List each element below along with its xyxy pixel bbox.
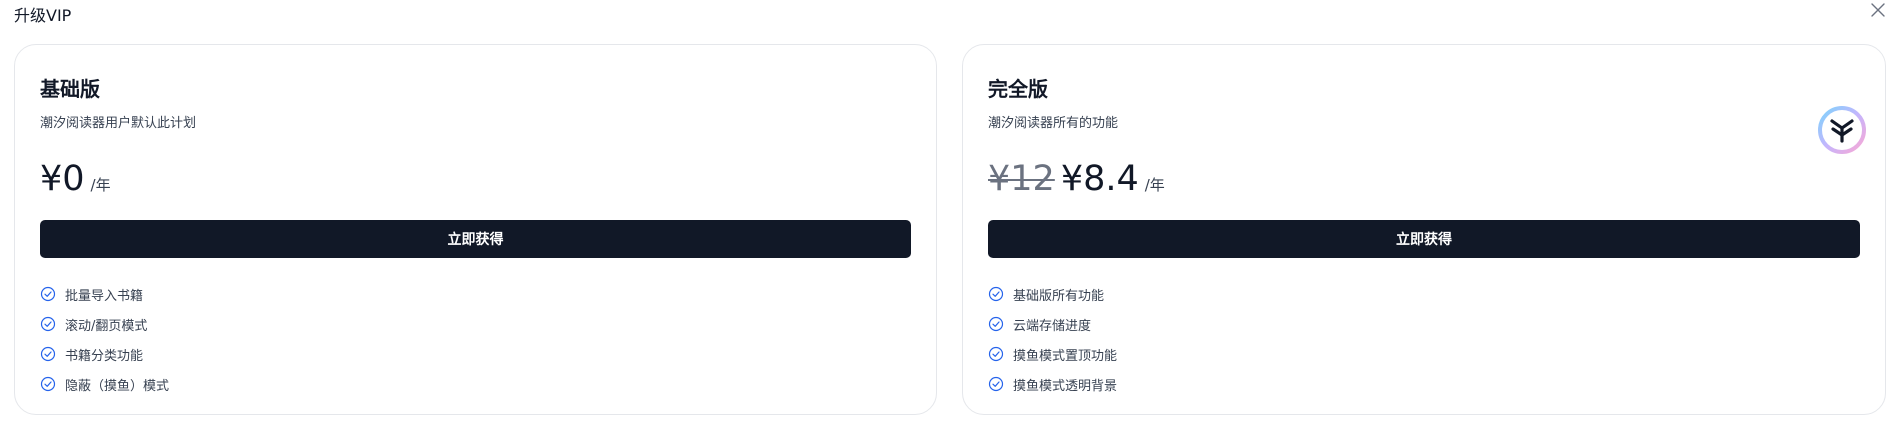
app-logo-icon [1817, 105, 1867, 155]
feature-label: 摸鱼模式透明背景 [1013, 378, 1118, 394]
plan-description: 潮汐阅读器所有的功能 [988, 116, 1119, 131]
feature-item: 滚动/翻页模式 [40, 309, 169, 339]
feature-item: 批量导入书籍 [40, 279, 169, 309]
get-full-button[interactable]: 立即获得 [988, 220, 1860, 258]
dialog-header: 升级VIP [0, 0, 1900, 28]
feature-item: 摸鱼模式置顶功能 [988, 339, 1117, 369]
feature-label: 书籍分类功能 [65, 348, 144, 364]
plan-price: ¥8.4 [1060, 159, 1139, 199]
feature-label: 隐蔽（摸鱼）模式 [65, 378, 170, 394]
plan-card-basic: 基础版 潮汐阅读器用户默认此计划 ¥0 /年 立即获得 批量导入书籍 滚动/翻页… [14, 44, 937, 415]
price-row: ¥0 /年 [40, 159, 111, 199]
plan-name: 完全版 [988, 77, 1048, 101]
feature-list: 批量导入书籍 滚动/翻页模式 书籍分类功能 隐蔽（摸鱼）模式 [40, 279, 169, 399]
check-circle-icon [40, 316, 56, 332]
check-circle-icon [40, 286, 56, 302]
price-period: /年 [1144, 176, 1165, 194]
feature-item: 摸鱼模式透明背景 [988, 369, 1117, 399]
check-circle-icon [40, 346, 56, 362]
feature-label: 云端存储进度 [1013, 318, 1092, 334]
get-basic-button[interactable]: 立即获得 [40, 220, 911, 258]
price-period: /年 [90, 176, 111, 194]
check-circle-icon [988, 316, 1004, 332]
feature-label: 摸鱼模式置顶功能 [1013, 348, 1118, 364]
feature-item: 隐蔽（摸鱼）模式 [40, 369, 169, 399]
plan-description: 潮汐阅读器用户默认此计划 [40, 116, 197, 131]
feature-item: 云端存储进度 [988, 309, 1117, 339]
original-price: ¥12 [988, 159, 1055, 199]
plan-price: ¥0 [40, 159, 85, 199]
feature-list: 基础版所有功能 云端存储进度 摸鱼模式置顶功能 摸鱼模式透明背景 [988, 279, 1117, 399]
feature-item: 书籍分类功能 [40, 339, 169, 369]
check-circle-icon [40, 376, 56, 392]
check-circle-icon [988, 346, 1004, 362]
dialog-title: 升级VIP [14, 6, 72, 25]
feature-label: 滚动/翻页模式 [65, 318, 148, 334]
check-circle-icon [988, 376, 1004, 392]
feature-item: 基础版所有功能 [988, 279, 1117, 309]
feature-label: 基础版所有功能 [1013, 288, 1105, 304]
close-icon[interactable] [1866, 0, 1890, 22]
feature-label: 批量导入书籍 [65, 288, 144, 304]
plan-card-full: 完全版 潮汐阅读器所有的功能 ¥12 ¥8.4 /年 立即获得 基础版所有功能 [962, 44, 1886, 415]
price-row: ¥12 ¥8.4 /年 [988, 159, 1165, 199]
plan-name: 基础版 [40, 77, 100, 101]
check-circle-icon [988, 286, 1004, 302]
